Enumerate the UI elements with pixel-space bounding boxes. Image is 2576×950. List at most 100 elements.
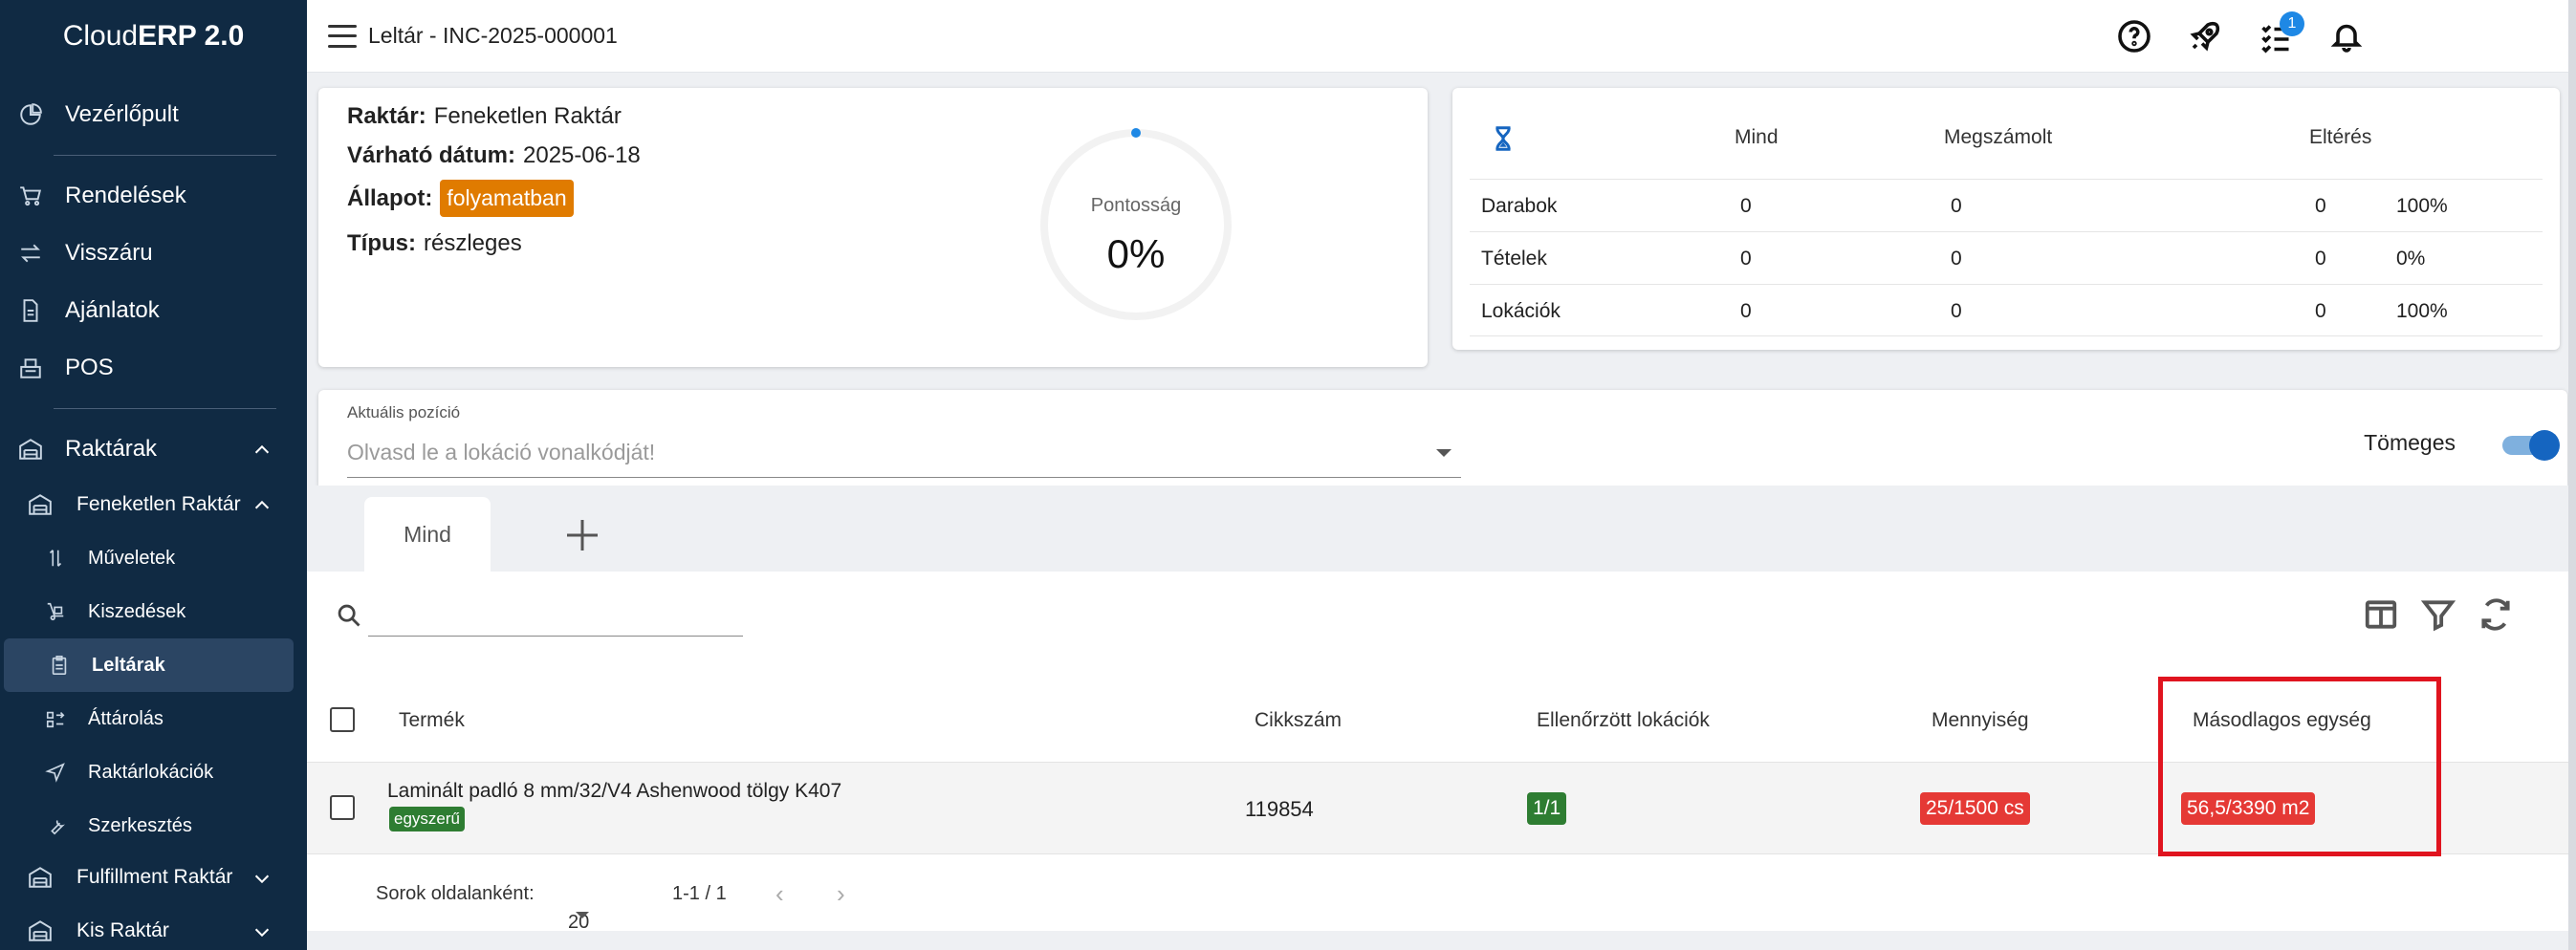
dropdown-arrow-icon[interactable] <box>1436 449 1452 457</box>
sidebar-item-kiszedesek[interactable]: Kiszedések <box>0 585 307 638</box>
sidebar-item-orders[interactable]: Rendelések <box>0 167 307 225</box>
sidebar-item-label: Ajánlatok <box>65 297 160 323</box>
chevron-down-icon[interactable] <box>251 921 271 940</box>
type-line: Típus: részleges <box>347 230 522 257</box>
bulk-toggle[interactable] <box>2499 428 2560 461</box>
dolly-icon <box>42 598 69 625</box>
brand-logo[interactable]: Cloud ERP 2.0 <box>0 0 307 73</box>
rows-per-page-label: Sorok oldalanként: <box>376 883 535 904</box>
sidebar-item-pos[interactable]: POS <box>0 339 307 397</box>
location-arrow-icon <box>42 759 69 786</box>
sidebar-item-feneketlen-raktar[interactable]: Feneketlen Raktár <box>0 478 307 531</box>
tab-mind[interactable]: Mind <box>364 497 491 572</box>
chevron-down-icon[interactable] <box>251 868 271 887</box>
stats-all: 0 <box>1740 248 1752 270</box>
sidebar-item-returns[interactable]: Visszáru <box>0 225 307 282</box>
sidebar-item-label: Rendelések <box>65 183 186 208</box>
quantity-badge: 25/1500 cs <box>1920 792 2030 825</box>
sidebar-item-fulfillment-raktar[interactable]: Fulfillment Raktár <box>0 851 307 904</box>
type-value: részleges <box>424 230 522 256</box>
accuracy-gauge <box>1040 128 1232 320</box>
help-icon[interactable] <box>2115 17 2153 55</box>
top-icons: 1 <box>2115 0 2366 73</box>
warehouse-icon <box>27 864 54 891</box>
stats-all: 0 <box>1740 300 1752 322</box>
scrollbar[interactable] <box>2568 0 2576 950</box>
stats-row: Tételek 0 0 0 0% <box>1470 231 2543 284</box>
sidebar-item-label: Kis Raktár <box>76 919 169 941</box>
stats-header-diff: Eltérés <box>2309 126 2372 148</box>
sidebar-item-leltarak[interactable]: Leltárak <box>4 638 294 692</box>
bulk-toggle-label: Tömeges <box>2364 430 2456 455</box>
page-title: Leltár - INC-2025-000001 <box>368 23 618 48</box>
inventory-info-card: Raktár: Feneketlen Raktár Várható dátum: 2… <box>318 88 1428 367</box>
prev-page-icon[interactable]: ‹ <box>775 879 784 909</box>
column-header-product[interactable]: Termék <box>399 709 465 732</box>
menu-icon[interactable] <box>328 24 357 48</box>
column-header-checked-locations[interactable]: Ellenőrzött lokációk <box>1537 709 1710 732</box>
sidebar-divider <box>54 155 276 156</box>
stats-card: Mind Megszámolt Eltérés Darabok 0 0 0 10… <box>1452 88 2560 350</box>
document-icon <box>17 297 44 324</box>
wrench-icon <box>42 812 69 839</box>
select-all-checkbox[interactable] <box>330 707 355 732</box>
sidebar-item-muveletek[interactable]: Műveletek <box>0 531 307 585</box>
product-name[interactable]: Laminált padló 8 mm/32/V4 Ashenwood tölg… <box>387 780 841 803</box>
top-bar: Leltár - INC-2025-000001 1 <box>307 0 2576 73</box>
sidebar-item-label: Raktárlokációk <box>88 761 214 783</box>
stats-row-label: Tételek <box>1481 248 1547 270</box>
warehouse-label: Raktár: <box>347 103 426 129</box>
sidebar-item-label: Műveletek <box>88 547 176 569</box>
stats-row: Lokációk 0 0 0 100% <box>1470 284 2543 336</box>
gauge-value: 0% <box>1106 231 1166 276</box>
stats-all: 0 <box>1740 195 1752 217</box>
sidebar-item-label: Kiszedések <box>88 600 186 622</box>
brand-light: Cloud <box>62 20 139 52</box>
stats-pct: 0% <box>2396 248 2426 270</box>
stats-pct: 100% <box>2396 300 2448 322</box>
sidebar-item-label: POS <box>65 355 114 380</box>
warehouse-icon <box>27 491 54 518</box>
sidebar-item-szerkesztes[interactable]: Szerkesztés <box>0 799 307 853</box>
chevron-up-icon[interactable] <box>251 495 271 514</box>
sku-value: 119854 <box>1245 797 1314 821</box>
hourglass-icon <box>1489 124 1517 153</box>
stats-header-counted: Megszámolt <box>1944 126 2053 148</box>
location-card: Aktuális pozíció Olvasd le a lokáció von… <box>318 390 2567 486</box>
stats-counted: 0 <box>1951 195 1962 217</box>
warehouse-icon <box>27 918 54 944</box>
filter-icon[interactable] <box>2420 596 2458 635</box>
sidebar-item-attarolas[interactable]: Áttárolás <box>0 692 307 745</box>
sidebar-item-label: Fulfillment Raktár <box>76 866 233 888</box>
search-input[interactable] <box>368 594 743 637</box>
sidebar-item-warehouses[interactable]: Raktárak <box>0 421 307 478</box>
tabs-bar: Mind <box>307 486 2576 572</box>
chevron-up-icon[interactable] <box>251 440 271 459</box>
refresh-icon[interactable] <box>2478 596 2516 635</box>
search-icon <box>336 602 362 629</box>
location-barcode-input[interactable]: Olvasd le a lokáció vonalkódját! <box>347 428 1461 478</box>
task-list-icon[interactable]: 1 <box>2257 11 2304 55</box>
location-field-label: Aktuális pozíció <box>347 403 461 421</box>
column-header-quantity[interactable]: Mennyiség <box>1932 709 2029 732</box>
sidebar-item-label: Leltárak <box>92 654 165 676</box>
rocket-icon[interactable] <box>2186 17 2224 55</box>
columns-icon[interactable] <box>2363 596 2401 635</box>
sidebar-item-raktarlokaciok[interactable]: Raktárlokációk <box>0 745 307 799</box>
row-checkbox[interactable] <box>330 795 355 820</box>
pagination-range: 1-1 / 1 <box>672 883 727 904</box>
bell-icon[interactable] <box>2327 17 2366 55</box>
gauge-indicator <box>1131 128 1141 138</box>
swap-icon <box>17 240 44 267</box>
stats-counted: 0 <box>1951 248 1962 270</box>
sidebar-item-kis-raktar[interactable]: Kis Raktár <box>0 904 307 950</box>
sidebar-item-dashboard[interactable]: Vezérlőpult <box>0 86 307 143</box>
column-header-sku[interactable]: Cikkszám <box>1255 709 1342 732</box>
next-page-icon[interactable]: › <box>837 879 845 909</box>
warehouse-line: Raktár: Feneketlen Raktár <box>347 103 622 130</box>
warehouse-value: Feneketlen Raktár <box>433 103 622 129</box>
add-tab-icon[interactable] <box>563 516 601 554</box>
sidebar-item-quotes[interactable]: Ajánlatok <box>0 282 307 339</box>
register-icon <box>17 355 44 381</box>
checked-locations-badge: 1/1 <box>1527 792 1567 825</box>
